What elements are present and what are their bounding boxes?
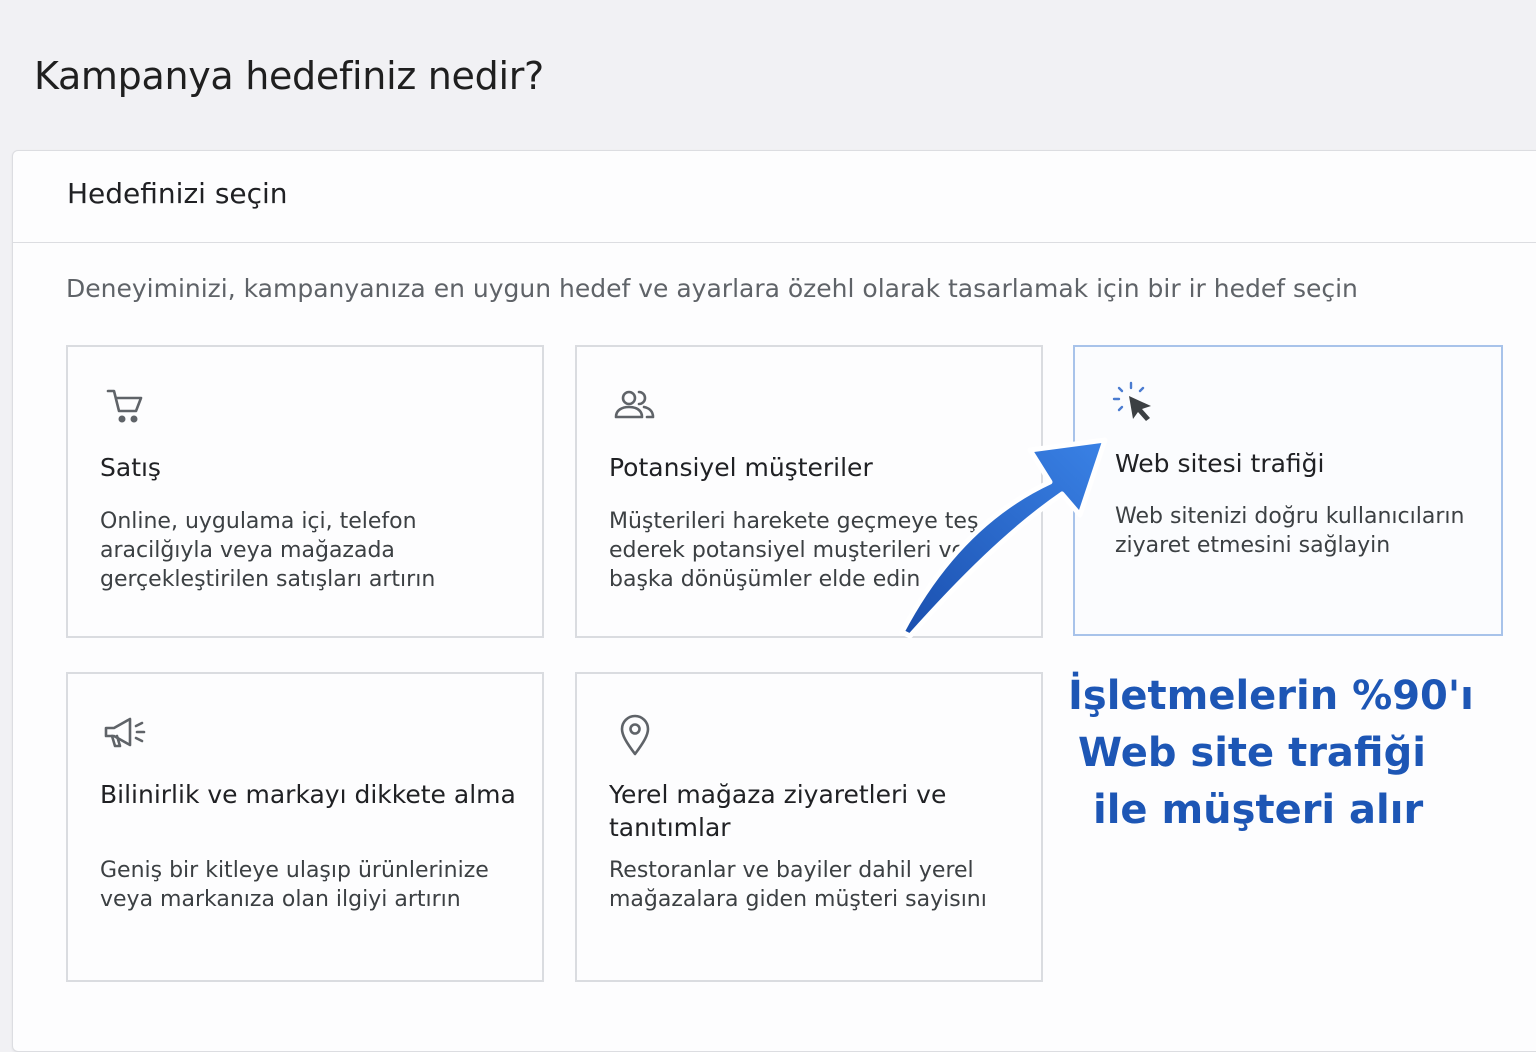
panel-header: Hedefinizi seçin [13, 151, 1536, 243]
card-title: Yerel mağaza ziyaretleri ve tanıtımlar [609, 780, 947, 842]
goal-card-sales[interactable]: Satış Online, uygulama içi, telefon arac… [66, 345, 544, 638]
shopping-cart-icon [100, 381, 152, 433]
people-icon [609, 381, 661, 433]
callout-line: Web site trafiği [1078, 730, 1426, 776]
location-pin-icon [609, 708, 661, 760]
goal-card-local-store[interactable]: Yerel mağaza ziyaretleri ve tanıtımlar R… [575, 672, 1043, 982]
card-description: Restoranlar ve bayiler dahil yerel mağaz… [609, 858, 987, 912]
card-title: Potansiyel müşteriler [609, 453, 873, 482]
card-title: Bilinirlik ve markayı dikkete alma [100, 780, 516, 809]
arrow-icon [899, 437, 1108, 639]
card-title: Satış [100, 453, 161, 482]
card-description: Geniş bir kitleye ulaşıp ürünlerinize ve… [100, 858, 489, 912]
panel-title: Hedefinizi seçin [67, 177, 288, 210]
callout-line: İşletmelerin %90'ı [1068, 673, 1474, 719]
goal-card-awareness[interactable]: Bilinirlik ve markayı dikkete alma Geniş… [66, 672, 544, 982]
card-description: Online, uygulama içi, telefon aracilğıyl… [100, 509, 436, 592]
card-description: Web sitenizi doğru kullanıcıların ziyare… [1115, 504, 1465, 558]
card-title: Web sitesi trafiği [1115, 449, 1325, 478]
callout-text: İşletmelerin %90'ı Web site trafiği ile … [1068, 668, 1508, 839]
intro-text: Deneyiminizi, kampanyanıza en uygun hede… [66, 274, 1358, 303]
goal-card-website-traffic[interactable]: Web sitesi trafiği Web sitenizi doğru ku… [1073, 345, 1503, 636]
page-title: Kampanya hedefiniz nedir? [34, 54, 544, 98]
callout-line: ile müşteri alır [1093, 787, 1424, 833]
megaphone-icon [100, 708, 152, 760]
